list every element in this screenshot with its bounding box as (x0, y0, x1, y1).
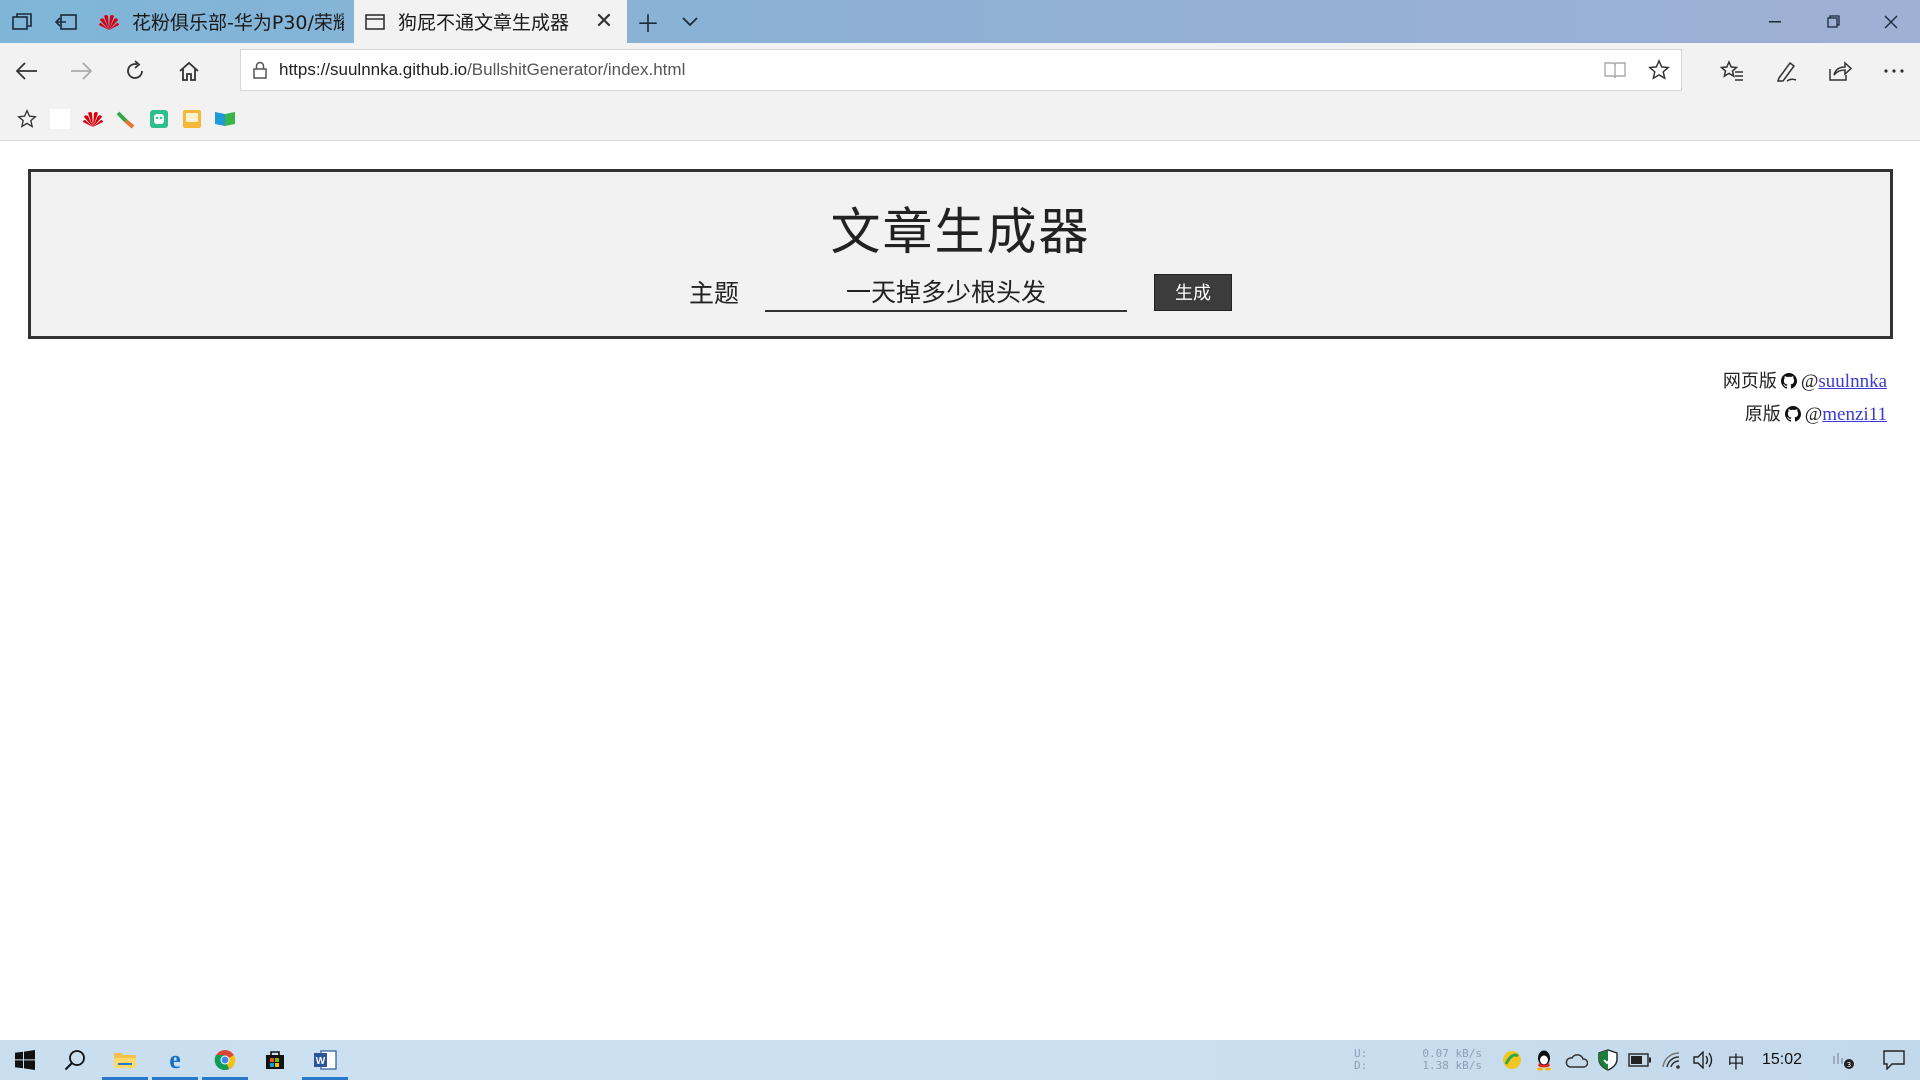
minimize-icon[interactable] (1746, 0, 1804, 43)
chevron-down-icon[interactable] (669, 0, 711, 43)
wifi-icon[interactable] (1656, 1040, 1688, 1080)
pen-notes-icon[interactable] (1759, 43, 1813, 98)
net-down-value: 1.38 kB/s (1422, 1059, 1482, 1072)
credit-prefix: 网页版 (1722, 371, 1777, 392)
address-bar[interactable]: https://suulnnka.github.io/BullshitGener… (240, 49, 1682, 91)
home-icon[interactable] (162, 43, 216, 98)
github-icon (1784, 401, 1801, 432)
new-tab-icon[interactable]: ＋ (627, 0, 669, 43)
tab-title: 花粉俱乐部-华为P30/荣耀20 (132, 12, 344, 34)
action-center-icon[interactable] (1868, 1040, 1920, 1080)
generate-button[interactable]: 生成 (1154, 273, 1232, 311)
favorites-bar (0, 98, 1920, 141)
network-speed-meter: U: 0.07 kB/s D: 1.38 kB/s (1354, 1048, 1482, 1072)
edge-browser-icon[interactable]: e (150, 1040, 200, 1080)
blank-favorite-icon[interactable] (43, 98, 76, 141)
volume-icon[interactable] (1688, 1040, 1720, 1080)
favorites-star-icon[interactable] (10, 98, 43, 141)
url-text[interactable]: https://suulnnka.github.io/BullshitGener… (279, 60, 1593, 80)
file-explorer-icon[interactable] (100, 1040, 150, 1080)
web-page: 文章生成器 主题 生成 网页版@suulnnka 原版@menzi11 (0, 141, 1920, 1040)
clock[interactable]: 15:02 (1762, 1051, 1802, 1069)
windows-start-icon[interactable] (0, 1040, 50, 1080)
huawei-favorite-icon[interactable] (76, 98, 109, 141)
github-link-suulnnka[interactable]: suulnnka (1818, 371, 1887, 392)
huawei-icon (98, 11, 120, 33)
add-favorite-star-icon[interactable] (1637, 59, 1681, 81)
notification-badge-icon[interactable]: 3 (1818, 1040, 1868, 1080)
tab-overview-icon[interactable] (0, 0, 44, 43)
favorites-hub-icon[interactable] (1705, 43, 1759, 98)
input-method-indicator[interactable]: 中 (1720, 1040, 1752, 1080)
folder-favorite-icon[interactable] (175, 98, 208, 141)
svg-text:e: e (169, 1048, 181, 1072)
qq-icon[interactable] (1528, 1040, 1560, 1080)
tab-bullshit-generator[interactable]: 狗屁不通文章生成器 ✕ (354, 0, 627, 43)
more-options-icon[interactable] (1867, 43, 1920, 98)
restore-icon[interactable] (1804, 0, 1862, 43)
net-down-label: D: (1353, 1059, 1368, 1072)
forward-icon[interactable] (54, 43, 108, 98)
tab-huawei-club[interactable]: 花粉俱乐部-华为P30/荣耀20 (88, 0, 354, 43)
app-favorite-icon[interactable] (142, 98, 175, 141)
reading-view-icon[interactable] (1593, 61, 1637, 79)
github-icon (1780, 368, 1797, 399)
credit-at: @ (1800, 371, 1819, 392)
back-icon[interactable] (0, 43, 54, 98)
topic-form: 主题 生成 (31, 272, 1890, 312)
credit-web-version: 网页版 @suulnnka (1723, 366, 1887, 399)
browser-tools (1705, 43, 1920, 98)
close-window-icon[interactable] (1862, 0, 1920, 43)
system-tray: U: 0.07 kB/s D: 1.38 kB/s 中 15:02 3 (1354, 1040, 1920, 1080)
word-icon[interactable]: W (300, 1040, 350, 1080)
url-path: /BullshitGenerator/index.html (467, 60, 686, 79)
refresh-icon[interactable] (108, 43, 162, 98)
navigation-bar: https://suulnnka.github.io/BullshitGener… (0, 43, 1920, 98)
battery-icon[interactable] (1624, 1040, 1656, 1080)
search-icon[interactable] (50, 1040, 100, 1080)
share-icon[interactable] (1813, 43, 1867, 98)
svg-text:W: W (316, 1056, 326, 1067)
page-icon (364, 11, 386, 33)
lock-icon[interactable] (241, 61, 279, 79)
page-title: 文章生成器 (830, 203, 1091, 261)
github-link-menzi11[interactable]: menzi11 (1822, 404, 1887, 425)
credit-prefix: 原版 (1744, 404, 1781, 425)
credit-at: @ (1804, 404, 1823, 425)
store-icon[interactable] (250, 1040, 300, 1080)
brush-favorite-icon[interactable] (109, 98, 142, 141)
title-bar: 花粉俱乐部-华为P30/荣耀20 狗屁不通文章生成器 ✕ ＋ (0, 0, 1920, 43)
url-host: https://suulnnka.github.io (279, 60, 468, 79)
credits: 网页版 @suulnnka 原版 @menzi11 (1723, 366, 1887, 432)
generator-panel: 文章生成器 主题 生成 (28, 169, 1893, 339)
tray-app-icon[interactable] (1496, 1040, 1528, 1080)
onedrive-cloud-icon[interactable] (1560, 1040, 1592, 1080)
topic-input[interactable] (765, 272, 1127, 312)
taskbar: e W U: 0.07 kB/s D: 1.38 kB/s 中 15:02 3 (0, 1040, 1920, 1080)
credit-original: 原版 @menzi11 (1723, 399, 1887, 432)
svg-text:3: 3 (1847, 1061, 1851, 1069)
topic-label: 主题 (688, 279, 739, 308)
chrome-icon[interactable] (200, 1040, 250, 1080)
tab-title: 狗屁不通文章生成器 (398, 12, 570, 34)
close-tab-icon[interactable]: ✕ (591, 9, 617, 34)
security-shield-icon[interactable] (1592, 1040, 1624, 1080)
flag-favorite-icon[interactable] (208, 98, 241, 141)
set-aside-tabs-icon[interactable] (44, 0, 88, 43)
